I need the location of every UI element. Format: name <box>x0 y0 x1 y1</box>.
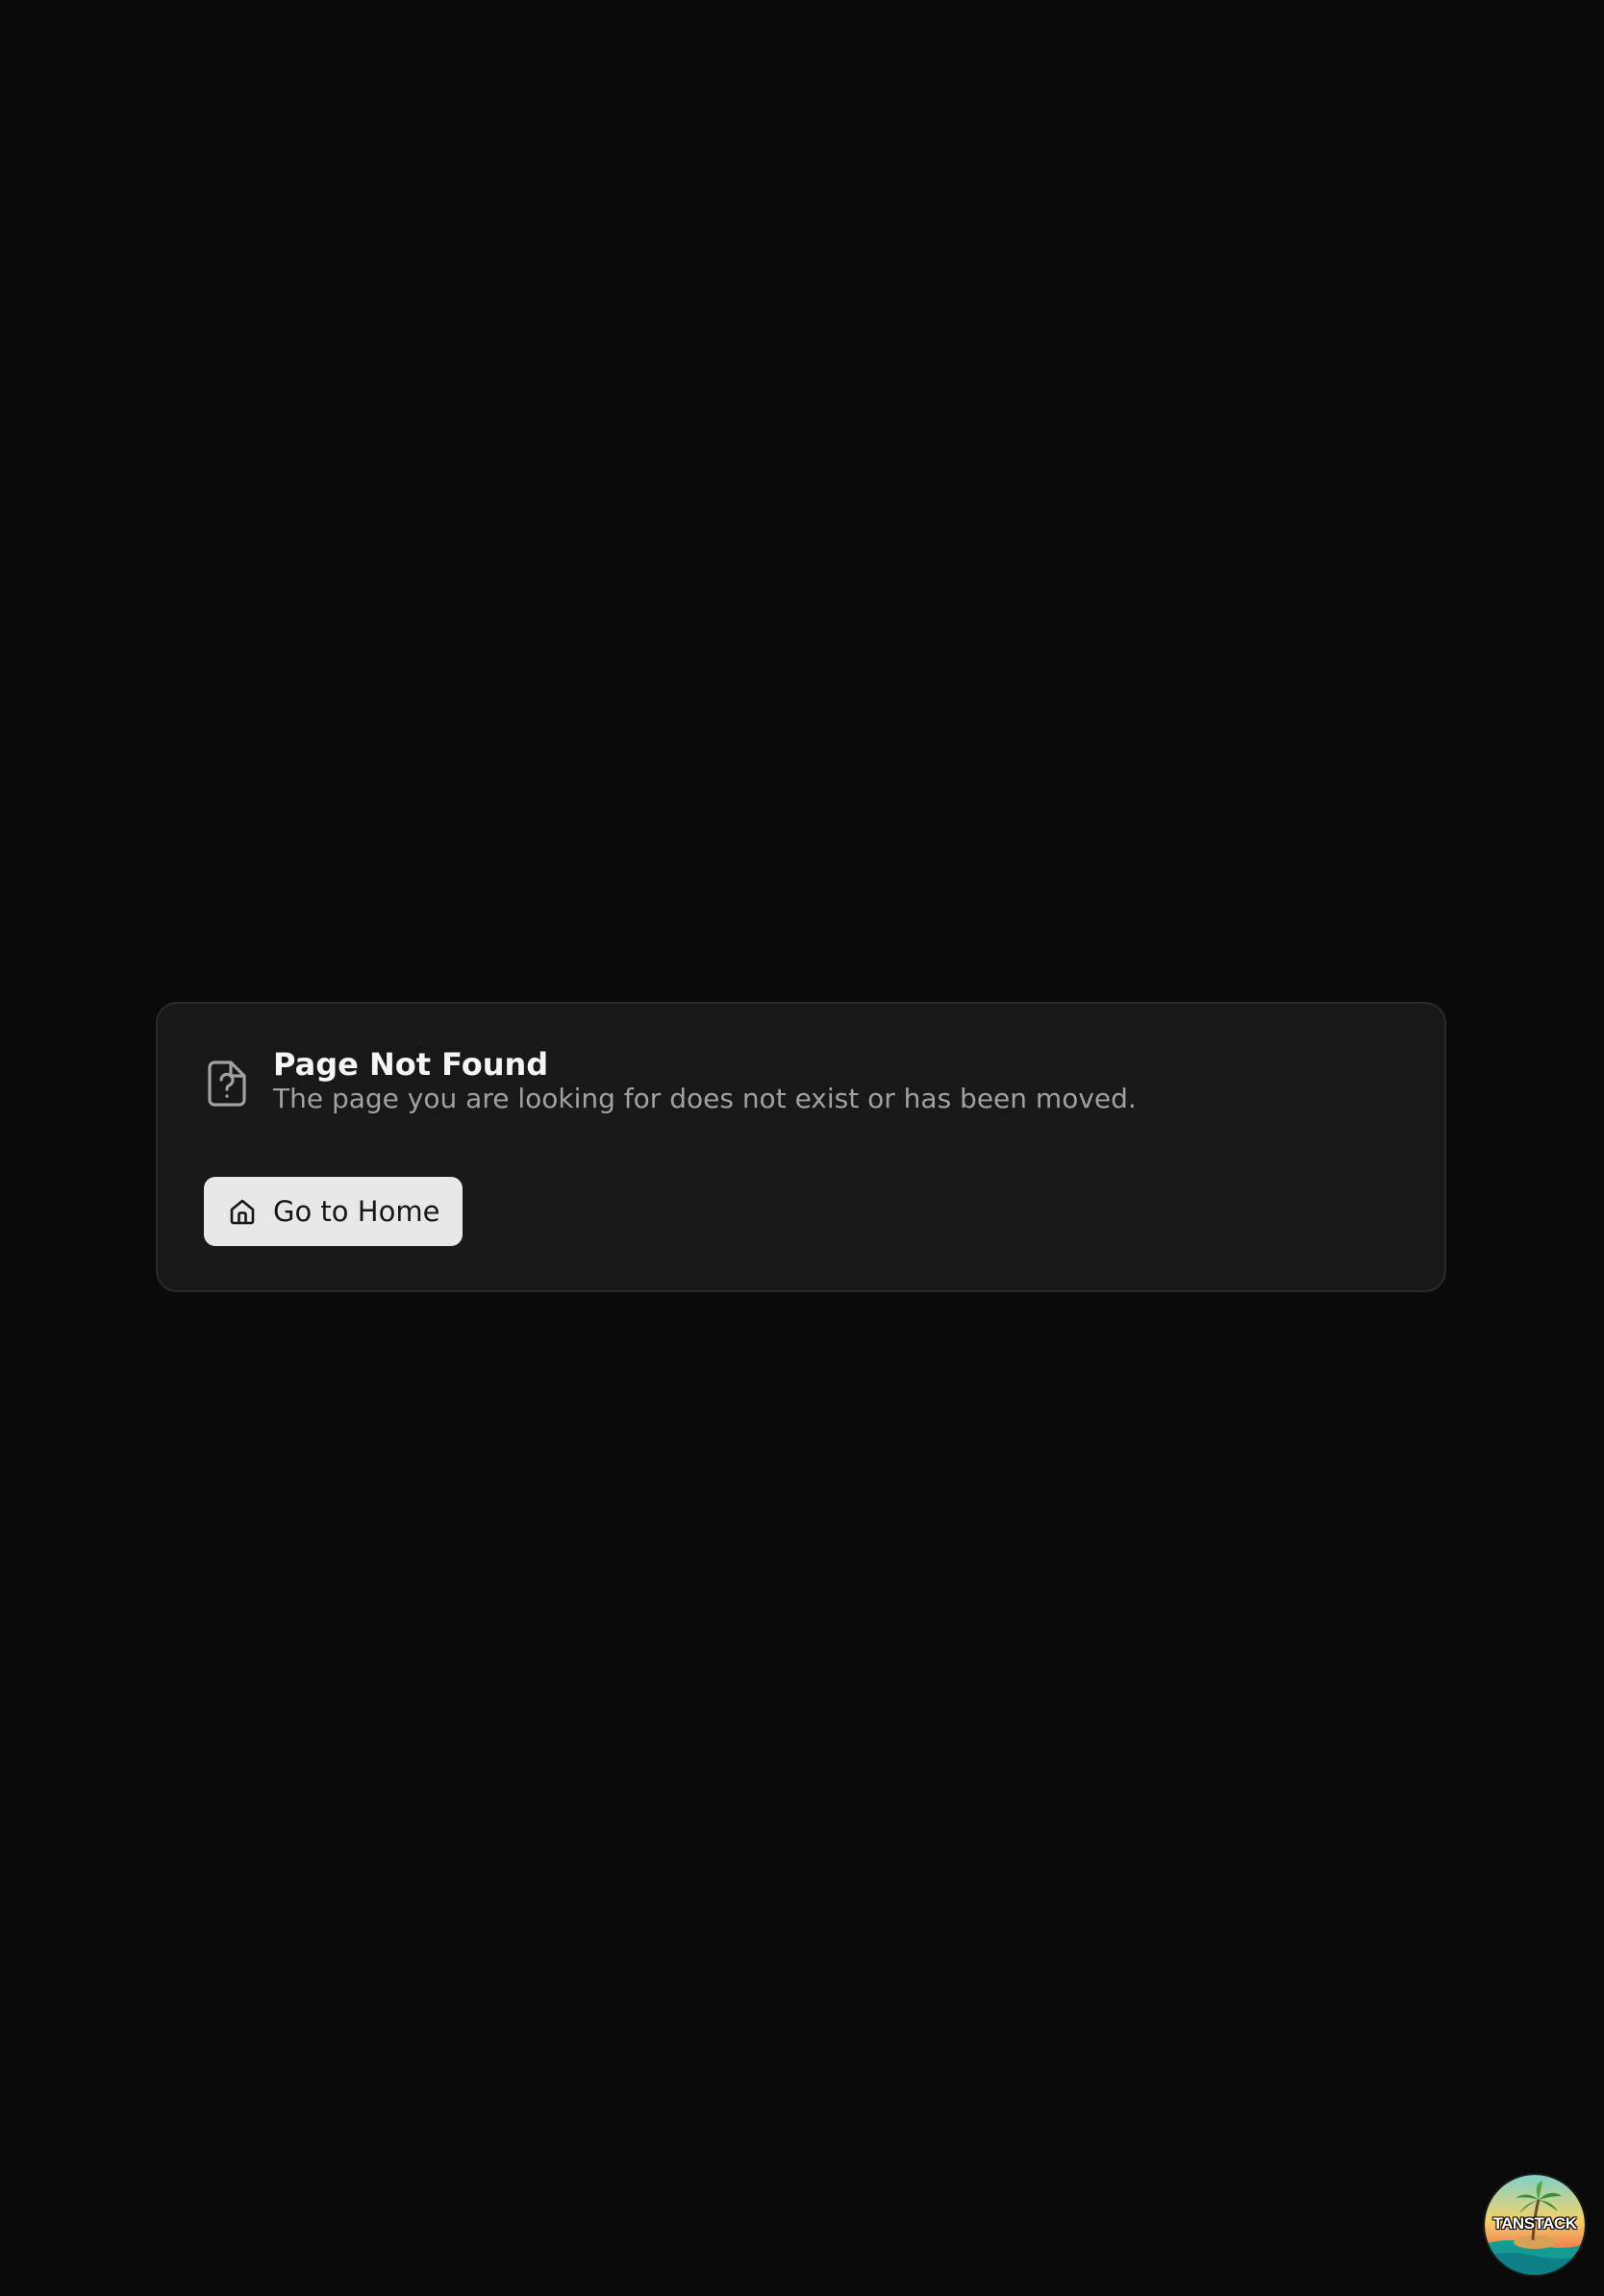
not-found-page: Page Not Found The page you are looking … <box>0 0 1604 2296</box>
not-found-card: Page Not Found The page you are looking … <box>156 1002 1446 1292</box>
tanstack-logo-text: TANSTACK <box>1492 2214 1577 2233</box>
header-text: Page Not Found The page you are looking … <box>273 1046 1137 1115</box>
file-question-icon <box>206 1060 248 1108</box>
home-icon <box>227 1196 258 1227</box>
go-to-home-button[interactable]: Go to Home <box>204 1177 464 1246</box>
page-title: Page Not Found <box>273 1046 549 1083</box>
card-header: Page Not Found The page you are looking … <box>206 1046 1137 1115</box>
page-subtitle: The page you are looking for does not ex… <box>273 1083 1137 1114</box>
tanstack-devtools-button[interactable]: TANSTACK <box>1485 2175 1585 2275</box>
go-to-home-label: Go to Home <box>273 1195 440 1228</box>
